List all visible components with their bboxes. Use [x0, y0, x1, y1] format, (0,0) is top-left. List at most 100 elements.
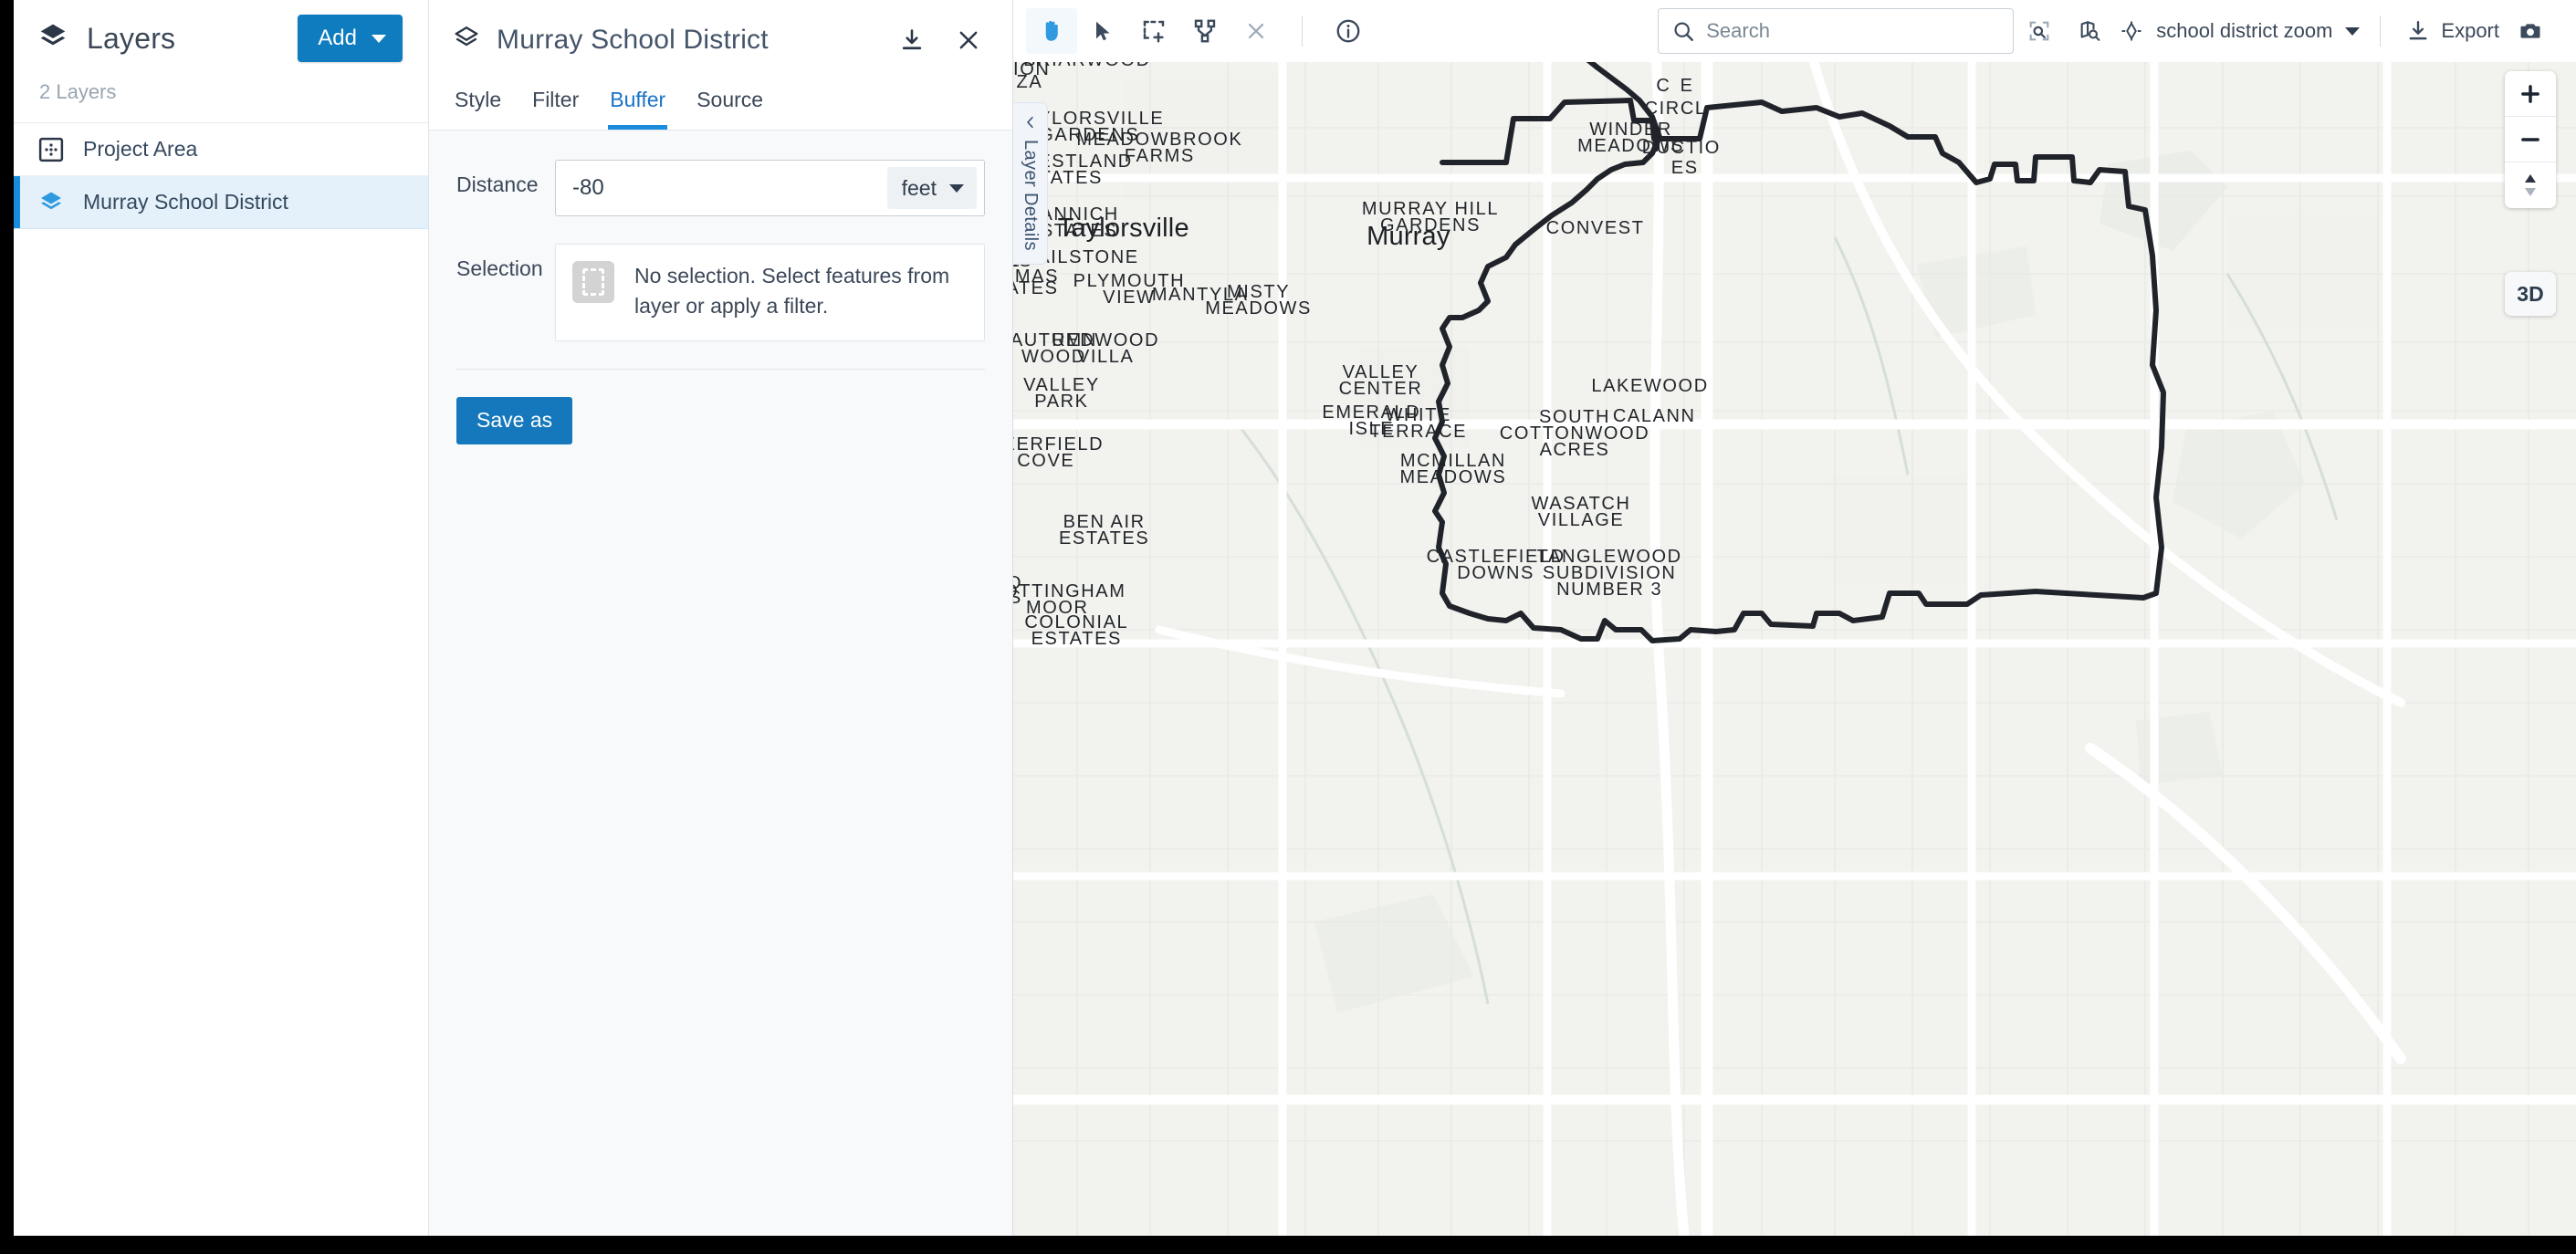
map-search-button[interactable] [2065, 8, 2116, 54]
map-neighborhood-label: C [1656, 76, 1670, 96]
pan-hand-tool[interactable] [1026, 8, 1077, 54]
selection-field-row: Selection No selection. Select features … [456, 244, 985, 341]
divider [456, 368, 985, 370]
map-neighborhood-label: VIEW [1103, 287, 1156, 308]
divider [2380, 16, 2382, 47]
distance-unit-value: feet [901, 175, 937, 200]
map-neighborhood-label: FARMS [1125, 146, 1195, 166]
layer-stack-icon [453, 25, 480, 57]
map-neighborhood-label: ESTATES [1031, 629, 1122, 649]
layer-row-project-area[interactable]: Project Area [14, 123, 428, 176]
map-area[interactable]: TaylorsvilleMurray BRIARWOODTAYLORSVILLE… [1013, 0, 2576, 1236]
map-neighborhood-label: E [1681, 76, 1694, 96]
network-trace-icon [1194, 19, 1216, 43]
tab-source[interactable]: Source [695, 84, 765, 130]
distance-field: feet [555, 160, 985, 216]
tab-style[interactable]: Style [453, 84, 503, 130]
layers-count: 2 Layers [39, 80, 117, 103]
detail-panel-title: Murray School District [497, 25, 769, 55]
zoom-in-button[interactable] [2505, 71, 2556, 117]
camera-icon [2520, 24, 2540, 38]
download-button[interactable] [892, 20, 932, 60]
distance-unit-select[interactable]: feet [886, 167, 977, 209]
map-toolbar: school district zoom Export [1013, 0, 2576, 62]
map-neighborhood-label: VILLA [1077, 347, 1134, 367]
layer-row-murray-school-district[interactable]: Murray School District [14, 176, 428, 229]
distance-field-row: Distance feet [456, 160, 985, 216]
map-neighborhood-label: GARDENS [1380, 215, 1481, 235]
page-title: Layers [87, 21, 176, 55]
map-search-icon [2080, 21, 2100, 41]
map-search-field[interactable] [1658, 8, 2015, 54]
close-icon [959, 31, 978, 49]
zoom-out-button[interactable] [2505, 117, 2556, 162]
select-pointer-tool[interactable] [1077, 8, 1128, 54]
distance-input[interactable] [556, 161, 887, 215]
map-neighborhood-label: CONVEST [1546, 218, 1645, 238]
chevron-down-icon [2345, 26, 2361, 36]
layer-detail-panel: Murray School District Style Filter Buff… [429, 0, 1013, 1236]
viewpoint-icon [2121, 21, 2141, 41]
box-select-add-tool[interactable] [1128, 8, 1179, 54]
export-label: Export [2441, 19, 2499, 42]
divider [1302, 16, 1303, 47]
map-neighborhood-label: ACRES [1540, 440, 1610, 460]
layer-details-toggle[interactable]: Layer Details [1013, 102, 1048, 265]
chevron-down-icon [372, 34, 386, 43]
map-neighborhood-label: CENTER [1339, 379, 1423, 399]
chevron-left-icon [1026, 116, 1033, 129]
close-panel-button[interactable] [948, 20, 989, 60]
map-neighborhood-label: LAKEWOOD [1591, 376, 1708, 396]
screenshot-button[interactable] [2505, 8, 2556, 54]
clear-selection-tool[interactable] [1230, 8, 1282, 54]
map-neighborhood-label: DOWNS [1457, 563, 1534, 583]
zoom-to-selection-button[interactable] [2014, 8, 2065, 54]
empty-selection-icon [572, 261, 614, 303]
project-area-icon [37, 136, 65, 163]
map-neighborhood-label: MEADOWS [1205, 298, 1312, 319]
tab-filter[interactable]: Filter [530, 84, 581, 130]
map-neighborhood-label: DUCTIO [1642, 138, 1721, 158]
tab-buffer[interactable]: Buffer [608, 84, 668, 130]
export-button[interactable]: Export [2401, 19, 2505, 43]
selection-empty-state: No selection. Select features from layer… [555, 244, 985, 341]
search-input[interactable] [1706, 19, 2003, 43]
compass-tilt-button[interactable] [2505, 162, 2556, 208]
add-button-label: Add [318, 26, 357, 50]
distance-label: Distance [456, 172, 539, 196]
toggle-3d-button[interactable]: 3D [2505, 272, 2556, 316]
viewpoint-selector[interactable]: school district zoom [2120, 19, 2361, 43]
save-as-button[interactable]: Save as [456, 396, 573, 444]
application-window: Layers Add 2 Layers Project Area Murray … [14, 0, 2576, 1236]
add-layer-button[interactable]: Add [298, 15, 403, 62]
buffer-form: Distance feet Selection No selection. Se… [429, 131, 1012, 444]
detail-tabs: Style Filter Buffer Source [453, 84, 989, 130]
layers-header: Layers Add [14, 0, 428, 77]
viewpoint-label: school district zoom [2156, 19, 2333, 42]
layers-stack-icon [37, 21, 68, 57]
minus-icon [2521, 137, 2539, 141]
map-neighborhood-label: NUMBER 3 [1556, 580, 1662, 600]
map-canvas[interactable]: TaylorsvilleMurray BRIARWOODTAYLORSVILLE… [1013, 0, 2576, 1236]
selection-label: Selection [456, 256, 543, 280]
box-select-add-icon [1143, 20, 1165, 43]
map-zoom-controls [2505, 71, 2556, 208]
pan-hand-icon [1045, 20, 1058, 41]
map-neighborhood-label: S [1013, 588, 1022, 608]
map-neighborhood-label: CALANN [1613, 406, 1696, 426]
detail-panel-header: Murray School District Style Filter Buff… [429, 0, 1012, 130]
layer-row-label: Project Area [83, 137, 198, 161]
zoom-to-selection-icon [2029, 21, 2049, 41]
select-pointer-icon [1096, 21, 1110, 41]
download-icon [2409, 21, 2427, 40]
download-icon [902, 29, 922, 50]
map-neighborhood-label: ES [1671, 158, 1699, 178]
map-info-button[interactable] [1323, 8, 1374, 54]
layers-panel: Layers Add 2 Layers Project Area Murray … [14, 0, 429, 1236]
network-trace-tool[interactable] [1179, 8, 1230, 54]
plus-icon [2521, 84, 2539, 103]
map-neighborhood-label: TERRACE [1369, 422, 1467, 442]
map-neighborhood-label: MEADOWS [1400, 467, 1507, 487]
layer-row-label: Murray School District [83, 190, 288, 214]
map-neighborhood-label: VILLAGE [1538, 510, 1625, 530]
